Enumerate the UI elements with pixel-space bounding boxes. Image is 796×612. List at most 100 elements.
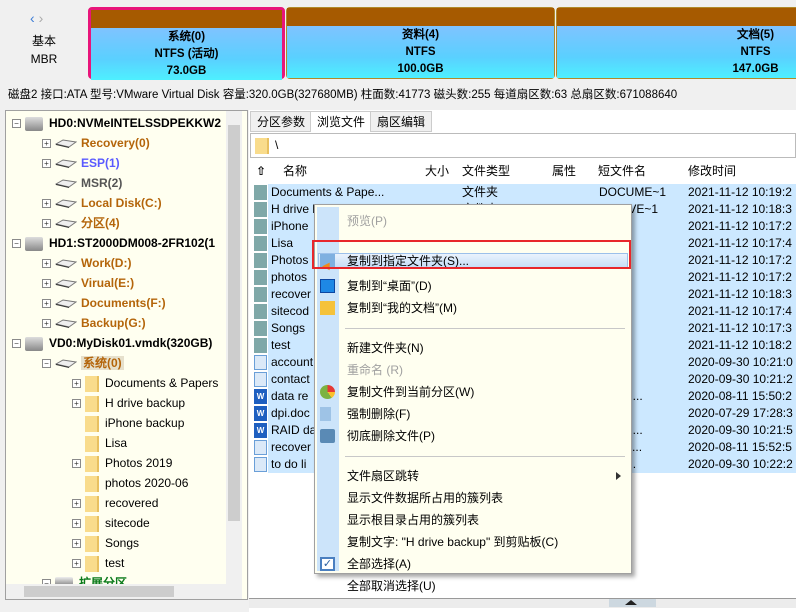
expand-icon[interactable]: + [72, 539, 81, 549]
menu-item[interactable]: 显示根目录占用的簇列表 [315, 509, 631, 531]
expand-icon[interactable]: + [42, 159, 51, 169]
tab-partition-params[interactable]: 分区参数 [250, 111, 313, 132]
tree-item[interactable]: − VD0:MyDisk01.vmdk(320GB) [12, 333, 212, 353]
tree-item-label: 分区(4) [81, 216, 120, 230]
desktop-icon [320, 279, 335, 293]
up-directory-icon[interactable]: ⇧ [256, 160, 266, 183]
column-name[interactable]: 名称 [283, 160, 307, 183]
panel-splitter[interactable] [249, 598, 796, 608]
column-type[interactable]: 文件类型 [462, 160, 510, 183]
tree-item[interactable]: + Documents(F:) [42, 293, 166, 313]
tree-item[interactable]: − 系统(0) [42, 353, 124, 373]
tree-item[interactable]: + ESP(1) [42, 153, 120, 173]
expand-icon[interactable]: + [42, 299, 51, 309]
tree-item-label: iPhone backup [105, 416, 185, 430]
expand-icon[interactable]: + [42, 319, 51, 329]
expand-icon[interactable]: + [42, 259, 51, 269]
collapse-icon[interactable]: − [12, 339, 21, 349]
expand-icon[interactable]: + [42, 279, 51, 289]
file-row[interactable]: Documents & Pape... 文件夹 DOCUME~1 2021-11-12… [252, 184, 796, 201]
tree-item-label: test [105, 556, 125, 570]
folder-icon [254, 202, 267, 217]
collapse-icon[interactable]: − [12, 239, 21, 249]
menu-item-label: 显示根目录占用的簇列表 [347, 513, 480, 527]
tree-item[interactable]: + 分区(4) [42, 213, 120, 233]
tree-item-label: H drive backup [105, 396, 186, 410]
path-bar[interactable]: \ [250, 133, 796, 158]
file-modified-time: 2020-09-30 10:21:5 [688, 423, 793, 437]
column-modified-time[interactable]: 修改时间 [688, 160, 736, 183]
tree-item[interactable]: + test [72, 553, 124, 573]
menu-item[interactable]: 复制文件到当前分区(W) [315, 381, 631, 403]
menu-item[interactable]: 复制文字: "H drive backup" 到剪贴板(C) [315, 531, 631, 553]
menu-item-label: 新建文件夹(N) [347, 341, 424, 355]
tree-item-label: 系统(0) [81, 356, 124, 370]
tree-item[interactable]: MSR(2) [42, 173, 122, 193]
menu-item[interactable]: 文件扇区跳转 [315, 465, 631, 487]
tree-item[interactable]: + Photos 2019 [72, 453, 172, 473]
current-path: \ [275, 138, 279, 152]
expand-icon[interactable]: + [72, 499, 81, 509]
tree-item[interactable]: − HD0:NVMeINTELSSDPEKKW2 [12, 113, 221, 133]
expand-icon[interactable]: + [42, 199, 51, 209]
partition-icon [55, 159, 77, 169]
hard-disk-icon [25, 336, 43, 351]
collapse-icon[interactable]: − [42, 359, 51, 369]
tree-item-label: Photos 2019 [105, 456, 173, 470]
column-attributes[interactable]: 属性 [552, 160, 576, 183]
disk-tree[interactable]: − HD0:NVMeINTELSSDPEKKW2 + Recovery(0) + ESP(… [5, 110, 248, 600]
partition-block-1[interactable]: 资料(4) NTFS 100.0GB [286, 7, 555, 79]
collapse-icon[interactable]: − [12, 119, 21, 129]
expand-icon[interactable]: + [72, 519, 81, 529]
expand-icon[interactable]: + [42, 219, 51, 229]
column-size[interactable]: 大小 [425, 160, 449, 183]
tree-item[interactable]: − HD1:ST2000DM008-2FR102(1 [12, 233, 215, 253]
expand-icon[interactable]: + [72, 379, 81, 389]
menu-item[interactable]: 新建文件夹(N) [315, 337, 631, 359]
menu-item[interactable]: ✓ 全部选择(A) [315, 553, 631, 575]
folder-icon [254, 287, 267, 302]
tree-item-label: photos 2020-06 [105, 476, 189, 490]
partition-icon [55, 359, 77, 369]
tree-item[interactable]: Lisa [72, 433, 127, 453]
partition-block-0[interactable]: 系统(0) NTFS (活动) 73.0GB [88, 7, 285, 80]
tree-item[interactable]: + Local Disk(C:) [42, 193, 162, 213]
tree-item-label: Documents(F:) [81, 296, 166, 310]
expand-icon[interactable]: + [72, 559, 81, 569]
menu-item[interactable]: 复制到“桌面”(D) [315, 275, 631, 297]
tree-item[interactable]: + Virual(E:) [42, 273, 134, 293]
menu-item-label: 复制到“桌面”(D) [347, 279, 432, 293]
tab-sector-editor[interactable]: 扇区编辑 [370, 111, 433, 132]
expand-icon[interactable]: + [72, 459, 81, 469]
tree-item[interactable]: + Work(D:) [42, 253, 131, 273]
prev-disk-icon[interactable]: ‹ [30, 10, 35, 26]
expand-icon[interactable]: + [72, 399, 81, 409]
tree-item[interactable]: + recovered [72, 493, 158, 513]
tree-item[interactable]: + H drive backup [72, 393, 185, 413]
disk-type: 基本 [31, 34, 56, 48]
menu-item[interactable]: 强制删除(F) [315, 403, 631, 425]
file-name: recover [271, 440, 312, 454]
tree-horizontal-scrollbar[interactable] [6, 584, 242, 599]
menu-item[interactable]: 彻底删除文件(P) [315, 425, 631, 447]
tree-item[interactable]: + Backup(G:) [42, 313, 146, 333]
tree-item[interactable]: + Songs [72, 533, 139, 553]
partition-block-2[interactable]: 文档(5) NTFS 147.0GB [556, 7, 796, 79]
tree-item[interactable]: photos 2020-06 [72, 473, 188, 493]
menu-item[interactable]: 全部取消选择(U) [315, 575, 631, 597]
menu-item[interactable]: 显示文件数据所占用的簇列表 [315, 487, 631, 509]
partition-fs: NTFS [740, 46, 771, 58]
expand-icon[interactable]: + [42, 139, 51, 149]
menu-item[interactable]: 复制到“我的文档”(M) [315, 297, 631, 319]
next-disk-icon[interactable]: › [39, 10, 44, 26]
tab-browse-files[interactable]: 浏览文件 [310, 111, 373, 132]
tree-item[interactable]: + Documents & Papers [72, 373, 218, 393]
tree-item[interactable]: + sitecode [72, 513, 150, 533]
disk-nav-arrows[interactable]: ‹ › [30, 10, 43, 26]
column-short-name[interactable]: 短文件名 [598, 160, 646, 183]
folder-icon [85, 535, 99, 552]
tree-item[interactable]: + Recovery(0) [42, 133, 150, 153]
tree-item[interactable]: iPhone backup [72, 413, 184, 433]
tree-scroll-thumb[interactable] [228, 125, 240, 521]
checkbox-icon: ✓ [320, 557, 335, 571]
